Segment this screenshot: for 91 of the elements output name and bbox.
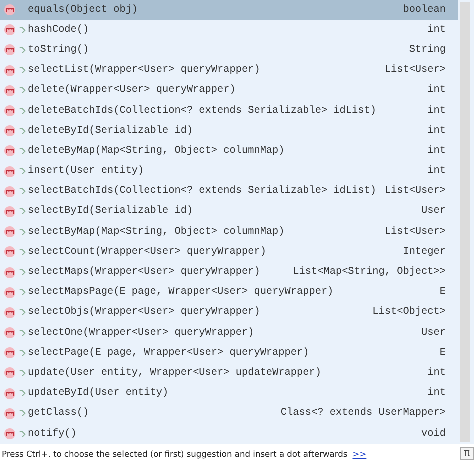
return-type: List<User> <box>384 65 446 76</box>
return-type: int <box>428 24 446 36</box>
method-icon <box>4 327 16 340</box>
suggestion-item[interactable]: selectMaps(Wrapper<User> queryWrapper) List<Map<String, Object>> <box>0 262 458 283</box>
return-type: List<Object> <box>372 307 446 318</box>
return-type: int <box>428 368 446 379</box>
suggestion-item[interactable]: delete(Wrapper<User> queryWrapper) int <box>0 80 458 101</box>
return-type: List<User> <box>384 226 446 238</box>
method-icon <box>4 166 16 178</box>
return-type: void <box>422 428 446 440</box>
method-icon <box>4 367 16 380</box>
method-icon <box>4 428 16 440</box>
return-type: E <box>440 287 446 298</box>
return-type: E <box>440 348 446 359</box>
return-type: int <box>428 166 446 178</box>
return-type: int <box>428 146 446 157</box>
suggestion-item[interactable]: selectMapsPage(E page, Wrapper<User> queryWrapper) E <box>0 282 458 303</box>
suggestion-item[interactable]: notify() void <box>0 424 458 444</box>
method-icon <box>4 125 16 138</box>
method-signature: toString() <box>28 44 90 56</box>
method-icon <box>4 24 16 36</box>
method-icon <box>4 226 16 238</box>
method-icon <box>4 145 16 158</box>
suggestion-item[interactable]: selectList(Wrapper<User> queryWrapper) List<User> <box>0 60 458 81</box>
return-type: boolean <box>403 4 446 16</box>
method-signature: selectOne(Wrapper<User> queryWrapper) <box>28 328 256 339</box>
suggestion-item[interactable]: updateById(User entity) int <box>0 384 458 404</box>
suggestion-item[interactable]: insert(User entity) int <box>0 162 458 182</box>
method-signature: deleteByMap(Map<String, Object> columnMap) <box>28 146 286 157</box>
suggestion-item[interactable]: selectObjs(Wrapper<User> queryWrapper) List<Object> <box>0 302 458 323</box>
method-icon <box>4 286 16 299</box>
suggestion-item[interactable]: selectOne(Wrapper<User> queryWrapper) User <box>0 323 458 344</box>
method-icon <box>4 388 16 400</box>
method-icon <box>4 186 16 198</box>
return-type: int <box>428 126 446 137</box>
method-signature: deleteById(Serializable id) <box>28 126 194 137</box>
method-icon <box>4 105 16 118</box>
suggestion-item[interactable]: toString() String <box>0 40 458 61</box>
suggestion-item[interactable]: selectById(Serializable id) User <box>0 202 458 222</box>
return-type: int <box>428 106 446 117</box>
suggestion-item[interactable]: selectCount(Wrapper<User> queryWrapper) Integer <box>0 242 458 262</box>
method-icon <box>4 64 16 77</box>
method-signature: insert(User entity) <box>28 166 146 178</box>
method-icon <box>4 206 16 218</box>
suggestion-item[interactable]: selectPage(E page, Wrapper<User> queryWrapper) E <box>0 343 458 364</box>
method-signature: selectCount(Wrapper<User> queryWrapper) <box>28 246 268 258</box>
return-type: int <box>428 85 446 96</box>
method-signature: selectByMap(Map<String, Object> columnMap) <box>28 226 286 238</box>
method-signature: selectMapsPage(E page, Wrapper<User> queryWrapper) <box>28 287 335 298</box>
return-type: User <box>422 328 446 339</box>
method-icon <box>4 246 16 258</box>
pi-button[interactable]: π <box>460 447 474 460</box>
suggestion-item[interactable]: selectByMap(Map<String, Object> columnMap) List<User> <box>0 222 458 242</box>
method-icon <box>4 84 16 97</box>
suggestion-item[interactable]: hashCode() int <box>0 20 458 40</box>
suggestion-item[interactable]: getClass() Class<? extends UserMapper> <box>0 404 458 424</box>
return-type: User <box>422 206 446 218</box>
suggestion-item[interactable]: update(User entity, Wrapper<User> updateWrapper) int <box>0 363 458 384</box>
method-icon <box>4 408 16 420</box>
method-signature: selectBatchIds(Collection<? extends Serializable> idList) <box>28 186 377 198</box>
return-type: String <box>409 44 446 56</box>
method-signature: equals(Object obj) <box>28 4 140 16</box>
method-icon <box>4 266 16 279</box>
suggestion-item[interactable]: deleteById(Serializable id) int <box>0 121 458 142</box>
method-signature: getClass() <box>28 408 90 420</box>
method-signature: selectPage(E page, Wrapper<User> queryWrapper) <box>28 348 310 359</box>
more-link[interactable]: >> <box>352 448 367 459</box>
method-signature: delete(Wrapper<User> queryWrapper) <box>28 85 237 96</box>
method-signature: update(User entity, Wrapper<User> updateWrapper) <box>28 368 322 379</box>
method-signature: updateById(User entity) <box>28 388 170 400</box>
return-type: List<User> <box>384 186 446 198</box>
method-icon <box>4 44 16 56</box>
return-type: int <box>428 388 446 400</box>
return-type: Integer <box>403 246 446 258</box>
suggestion-item[interactable]: deleteByMap(Map<String, Object> columnMap) int <box>0 141 458 162</box>
method-signature: selectList(Wrapper<User> queryWrapper) <box>28 65 262 76</box>
method-signature: deleteBatchIds(Collection<? extends Serializable> idList) <box>28 106 378 117</box>
suggestion-item[interactable]: equals(Object obj) boolean <box>0 0 458 20</box>
method-signature: selectObjs(Wrapper<User> queryWrapper) <box>28 307 262 318</box>
suggestion-item[interactable]: selectBatchIds(Collection<? extends Serializable> idList) List<User> <box>0 182 458 202</box>
method-signature: selectMaps(Wrapper<User> queryWrapper) <box>28 267 262 278</box>
method-icon <box>4 306 16 319</box>
method-icon <box>4 4 16 16</box>
hint-text: Press Ctrl+. to choose the selected (or first) suggestion and insert a dot afterwards <box>2 448 348 459</box>
method-signature: selectById(Serializable id) <box>28 206 194 218</box>
method-icon <box>4 347 16 360</box>
method-signature: notify() <box>28 428 78 440</box>
suggestion-item[interactable]: deleteBatchIds(Collection<? extends Serializable> idList) int <box>0 100 458 122</box>
return-type: Class<? extends UserMapper> <box>280 408 446 420</box>
method-signature: hashCode() <box>28 24 90 36</box>
return-type: List<Map<String, Object>> <box>293 267 446 278</box>
